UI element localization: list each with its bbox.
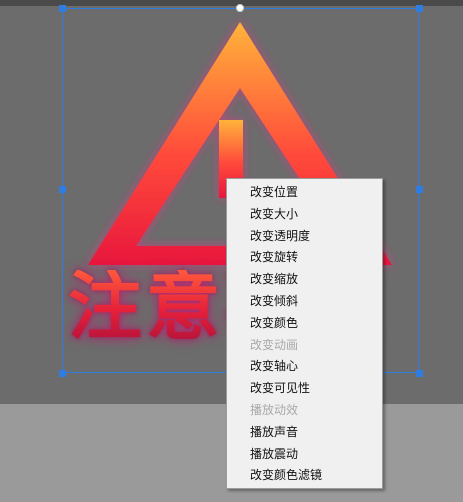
menu-item-change-size[interactable]: 改变大小	[227, 204, 382, 226]
menu-item-change-visibility[interactable]: 改变可见性	[227, 378, 382, 400]
resize-handle-right[interactable]	[416, 186, 423, 193]
menu-item-change-color-filter[interactable]: 改变颜色滤镜	[227, 465, 382, 487]
resize-handle-bottom-right[interactable]	[416, 370, 423, 377]
menu-item-change-animation: 改变动画	[250, 337, 299, 352]
rotate-handle[interactable]	[236, 4, 244, 12]
resize-handle-top-left[interactable]	[59, 5, 66, 12]
resize-handle-top-right[interactable]	[416, 5, 423, 12]
menu-item-change-position[interactable]: 改变位置	[227, 182, 382, 204]
menu-item-change-color[interactable]: 改变颜色	[227, 313, 382, 335]
resize-handle-left[interactable]	[59, 186, 66, 193]
menu-item-change-scale[interactable]: 改变缩放	[227, 269, 382, 291]
menu-item-change-opacity[interactable]: 改变透明度	[227, 226, 382, 248]
menu-item-play-sound[interactable]: 播放声音	[227, 422, 382, 444]
menu-item-play-vibration[interactable]: 播放震动	[227, 444, 382, 466]
context-menu: 改变位置 改变大小 改变透明度 改变旋转 改变缩放 改变倾斜 改变颜色 改变动画…	[226, 178, 383, 489]
menu-item-change-rotation[interactable]: 改变旋转	[227, 247, 382, 269]
editor-canvas[interactable]: 注意事项 改变位置 改变大小 改变透明度 改变旋转 改变缩放 改变倾斜 改变颜色…	[0, 0, 463, 502]
menu-item-change-pivot[interactable]: 改变轴心	[227, 356, 382, 378]
menu-item-change-skew[interactable]: 改变倾斜	[227, 291, 382, 313]
resize-handle-bottom-left[interactable]	[59, 370, 66, 377]
menu-item-play-effect: 播放动效	[250, 402, 299, 417]
